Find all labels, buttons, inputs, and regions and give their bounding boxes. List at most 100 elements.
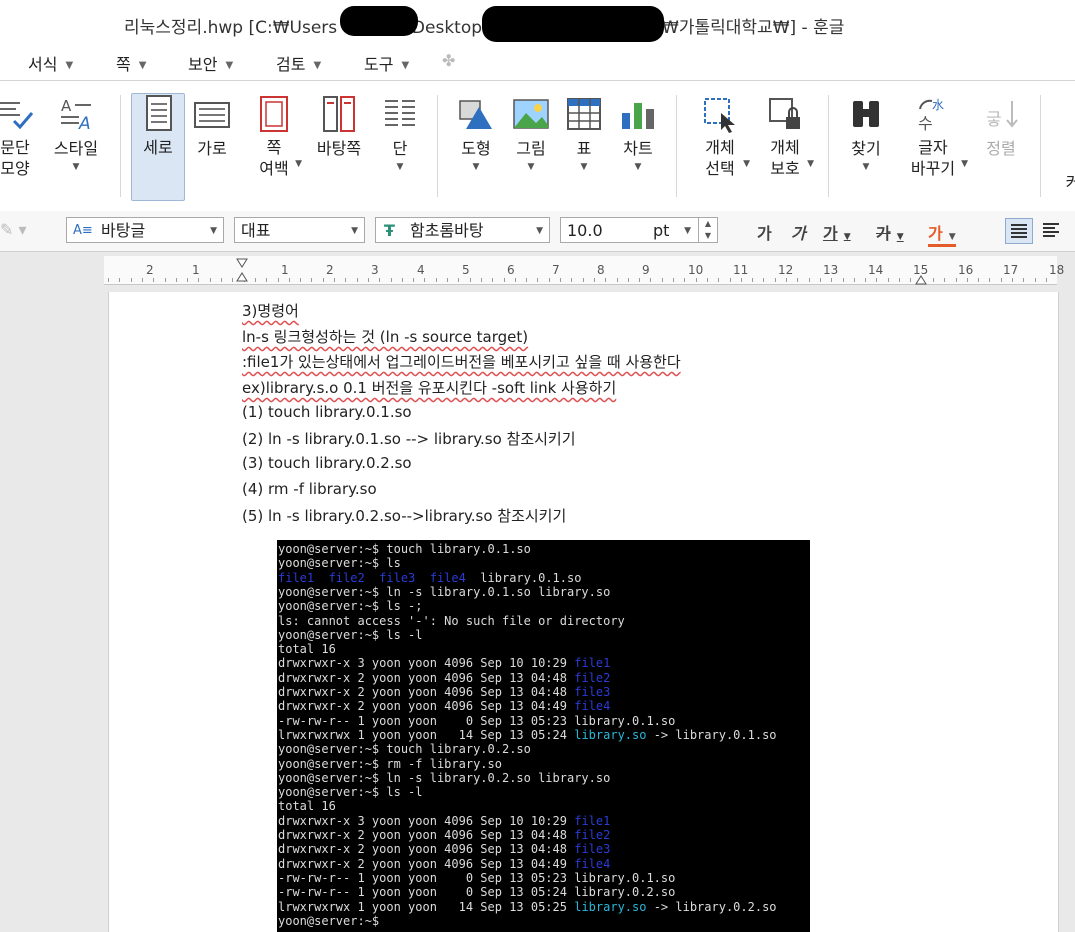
strikethrough-button[interactable]: 가 ▼ — [876, 220, 904, 244]
ribbon-cutoff-label[interactable]: 커 — [1058, 171, 1075, 194]
right-indent-marker[interactable] — [915, 270, 927, 285]
master-page-button[interactable]: 바탕쪽 — [310, 95, 368, 160]
align-left-button[interactable] — [1038, 218, 1066, 244]
menu-page[interactable]: 쪽 ▼ — [116, 51, 146, 75]
ruler-tick — [1045, 278, 1047, 282]
puzzle-icon[interactable]: ✤ — [442, 51, 455, 70]
ruler-tick — [175, 278, 177, 282]
picture-button[interactable]: 그림 ▼ — [508, 95, 554, 174]
replace-text-button[interactable]: 水수 글자 바꾸기 ▼ — [904, 95, 968, 179]
terminal-line: drwxrwxr-x 3 yoon yoon 4096 Sep 10 10:29… — [278, 813, 611, 828]
find-button[interactable]: 찾기 ▼ — [844, 95, 888, 174]
ruler-number: 1 — [192, 263, 200, 277]
ruler-tick — [876, 278, 878, 282]
ruler-tick — [989, 278, 991, 282]
menu-tools[interactable]: 도구 ▼ — [364, 51, 409, 75]
terminal-line: yoon@server:~$ ls -l — [278, 627, 423, 642]
svg-text:수: 수 — [918, 114, 933, 133]
svg-text:A: A — [78, 114, 91, 133]
menu-security[interactable]: 보안 ▼ — [188, 51, 233, 75]
doc-line-9[interactable]: (5) ln -s library.0.2.so-->library.so 참조… — [242, 505, 566, 526]
ruler-tick — [401, 278, 403, 282]
ruler-tick — [842, 278, 844, 282]
doc-line-5[interactable]: (1) touch library.0.1.so — [242, 403, 412, 421]
ruler-tick — [458, 278, 460, 282]
paragraph-shape-button[interactable]: 문단 모양 — [0, 95, 38, 179]
format-toolbar: ✎ ▾ A≡ 바탕글 ▼ 대표 ▼ Ŧ 함초롬바탕 ▼ 10.0 pt ▼ ▲ ▼ 가 … — [0, 211, 1075, 252]
page-margin-button[interactable]: 쪽 여백 ▼ — [246, 95, 302, 179]
doc-line-1[interactable]: 3)명령어 — [242, 300, 299, 321]
chart-button[interactable]: 차트 ▼ — [614, 95, 662, 174]
document-page[interactable]: 3)명령어 ln-s 링크형성하는 것 (ln -s source target… — [108, 292, 1059, 932]
ruler-tick — [571, 278, 573, 282]
ruler-tick — [514, 278, 516, 282]
font-combo[interactable]: Ŧ 함초롬바탕 ▼ — [375, 217, 550, 243]
font-size-field[interactable]: 10.0 pt ▼ ▲ ▼ — [560, 217, 718, 243]
justify-icon — [1011, 224, 1027, 238]
ruler-tick — [141, 278, 143, 282]
bold-button[interactable]: 가 — [757, 220, 772, 244]
ruler-tick — [605, 278, 607, 282]
horizontal-orientation-button[interactable]: 가로 — [188, 95, 236, 160]
sort-button[interactable]: 긓 정렬 — [976, 95, 1026, 160]
ruler-tick — [966, 278, 968, 282]
menu-format[interactable]: 서식 ▼ — [28, 51, 73, 75]
ruler-tick — [198, 278, 200, 282]
doc-line-2[interactable]: ln-s 링크형성하는 것 (ln -s source target) — [242, 326, 528, 347]
terminal-line: drwxrwxr-x 2 yoon yoon 4096 Sep 13 04:49… — [278, 699, 611, 714]
terminal-line: yoon@server:~$ ls -l — [278, 785, 423, 800]
ruler-tick — [480, 278, 482, 282]
italic-button[interactable]: 가 — [791, 220, 806, 244]
menu-review[interactable]: 검토 ▼ — [276, 51, 321, 75]
protect-object-button[interactable]: 개체 보호 ▼ — [760, 95, 814, 179]
ruler-tick — [469, 278, 471, 282]
ruler-tick — [752, 278, 754, 282]
ruler-tick — [300, 278, 302, 282]
columns-button[interactable]: 단 ▼ — [378, 95, 422, 174]
ruler-tick — [740, 278, 742, 282]
terminal-line: -rw-rw-r-- 1 yoon yoon 0 Sep 13 05:24 li… — [278, 885, 676, 900]
ruler-number: 14 — [868, 263, 884, 277]
ruler-number: 6 — [507, 263, 515, 277]
doc-line-3[interactable]: :file1가 있는상태에서 업그레이드버전을 베포시키고 싶을 때 사용한다 — [242, 351, 681, 372]
terminal-line: drwxrwxr-x 2 yoon yoon 4096 Sep 13 04:48… — [278, 670, 611, 685]
ruler-tick — [650, 278, 652, 282]
style-combo-icon: A≡ — [73, 223, 93, 238]
ruler-number: 7 — [552, 263, 560, 277]
style-button[interactable]: AA 스타일 ▼ — [50, 95, 102, 174]
truetype-font-icon: Ŧ — [384, 221, 395, 240]
vertical-orientation-button[interactable]: 세로 — [131, 93, 185, 201]
landscape-page-icon — [194, 102, 230, 128]
shape-button[interactable]: 도형 ▼ — [452, 95, 500, 174]
doc-line-7[interactable]: (3) touch library.0.2.so — [242, 454, 412, 472]
language-combo[interactable]: 대표 ▼ — [234, 217, 365, 243]
shape-icon — [459, 100, 492, 129]
style-combo[interactable]: A≡ 바탕글 ▼ — [66, 217, 224, 243]
ruler-number: 2 — [326, 263, 334, 277]
cut-off-tool-icon[interactable]: ✎ ▾ — [0, 220, 27, 239]
align-justify-button[interactable] — [1005, 218, 1033, 244]
font-color-button[interactable]: 가 ▼ — [928, 220, 956, 247]
doc-line-8[interactable]: (4) rm -f library.so — [242, 480, 377, 498]
terminal-line: file1 file2 file3 file4 library.0.1.so — [278, 570, 582, 585]
size-stepper[interactable]: ▲ ▼ — [698, 218, 717, 242]
ruler-tick — [232, 278, 234, 282]
ruler-tick — [944, 278, 946, 282]
ruler-tick — [548, 278, 550, 282]
ruler-tick — [1000, 278, 1002, 282]
ruler-tick — [932, 278, 934, 282]
horizontal-ruler[interactable]: 2 1 1 2 3 4 5 6 7 8 9 10 11 12 13 14 15 16 17 18 — [104, 256, 1064, 285]
ruler-tick — [322, 278, 324, 282]
title-prefix: 리눅스정리.hwp [C:₩Users — [124, 18, 338, 38]
doc-line-4[interactable]: ex)library.s.o 0.1 버전을 유포시킨다 -soft link … — [242, 377, 616, 398]
underline-button[interactable]: 가 ▼ — [823, 220, 851, 244]
picture-icon — [513, 99, 549, 129]
left-indent-marker[interactable] — [236, 258, 248, 282]
doc-line-6[interactable]: (2) ln -s library.0.1.so --> library.so … — [242, 428, 576, 449]
ruler-tick — [345, 278, 347, 282]
table-button[interactable]: 표 ▼ — [562, 95, 606, 174]
ruler-tick — [616, 278, 618, 282]
select-object-button[interactable]: 개체 선택 ▼ — [694, 95, 750, 179]
align-left-icon — [1043, 223, 1059, 237]
ruler-tick — [763, 278, 765, 282]
